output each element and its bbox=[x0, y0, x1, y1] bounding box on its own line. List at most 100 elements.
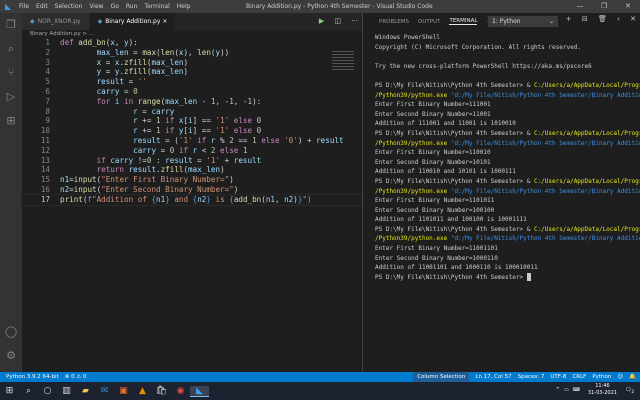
menu-selection[interactable]: Selection bbox=[55, 3, 83, 10]
chevron-left-icon[interactable]: ‹ bbox=[617, 15, 620, 23]
media-player-icon[interactable]: ▣ bbox=[114, 386, 133, 396]
code-line[interactable]: 10 r += 1 if y[i] == '1' else 0 bbox=[22, 126, 362, 136]
code-token: carry bbox=[151, 106, 175, 116]
tab-nor-xnor[interactable]: ◆ NOR_XNOR.py bbox=[22, 13, 89, 30]
minimize-button[interactable]: — bbox=[568, 0, 592, 13]
terminal-output[interactable]: Windows PowerShell Copyright (C) Microsof… bbox=[375, 33, 640, 282]
code-line[interactable]: 11 result = ('1' if r % 2 == 1 else '0')… bbox=[22, 136, 362, 146]
terminal-select[interactable]: 1: Python ⌄ bbox=[488, 16, 558, 27]
code-line[interactable]: 17 print(f"Addition of {n1} and {n2} is {… bbox=[21, 193, 363, 206]
search-icon[interactable]: ⌕ bbox=[19, 386, 38, 396]
search-icon[interactable]: ⌕ bbox=[0, 37, 22, 61]
window-title: Binary Addition.py - Python 4th Semester… bbox=[246, 3, 433, 10]
code-token: max_len bbox=[96, 47, 129, 57]
code-line[interactable]: 14 return result.zfill(max_len) bbox=[22, 165, 362, 175]
encoding[interactable]: UTF-8 bbox=[550, 372, 566, 382]
minimap[interactable] bbox=[332, 51, 354, 71]
code-line[interactable]: 2 max_len = max(len(x), len(y)) bbox=[22, 48, 362, 58]
code-line[interactable]: 13 if carry !=0 : result = '1' + result bbox=[22, 156, 362, 166]
code-line[interactable]: 6 carry = 0 bbox=[22, 87, 362, 97]
code-line[interactable]: 5 result = '' bbox=[22, 77, 362, 87]
tab-label: NOR_XNOR.py bbox=[37, 18, 81, 25]
extensions-icon[interactable]: ⊞ bbox=[0, 109, 22, 133]
terminal-text: Addition of 11001101 and 1000110 is 1000… bbox=[375, 264, 538, 272]
tray-chevron-icon[interactable]: ^ bbox=[556, 387, 560, 393]
network-icon[interactable]: ▭ bbox=[564, 387, 569, 393]
problems-count[interactable]: ⊗ 0 ⚠ 0 bbox=[65, 372, 87, 382]
menu-terminal[interactable]: Terminal bbox=[144, 3, 169, 10]
line-number: 6 bbox=[45, 86, 50, 96]
tab-problems[interactable]: PROBLEMS bbox=[379, 19, 409, 25]
source-control-icon[interactable]: ⑂ bbox=[0, 61, 22, 85]
run-debug-icon[interactable]: ▷ bbox=[0, 85, 22, 109]
code-token: 0 bbox=[133, 86, 138, 96]
bell-icon[interactable]: 🔔 bbox=[629, 372, 636, 382]
more-actions-icon[interactable]: ··· bbox=[351, 17, 358, 25]
start-icon[interactable]: ⊞ bbox=[0, 386, 19, 396]
file-explorer-icon[interactable]: ▰ bbox=[76, 386, 95, 396]
code-token: n2 bbox=[197, 194, 207, 204]
keyboard-icon[interactable]: ⌨ bbox=[573, 387, 580, 393]
new-terminal-icon[interactable]: + bbox=[566, 15, 572, 23]
code-token: n1 bbox=[60, 175, 70, 185]
terminal-text: Addition of 111001 and 11001 is 1010010 bbox=[375, 120, 516, 128]
vscode-taskbar-icon[interactable]: ◣ bbox=[190, 385, 209, 397]
task-view-icon[interactable]: ▥ bbox=[57, 386, 76, 396]
date: 31-03-2021 bbox=[587, 390, 617, 396]
code-line[interactable]: 3 x = x.zfill(max_len) bbox=[22, 58, 362, 68]
maximize-button[interactable]: ❐ bbox=[592, 0, 616, 13]
code-line[interactable]: 4 y = y.zfill(max_len) bbox=[22, 67, 362, 77]
explorer-icon[interactable]: ❐ bbox=[0, 13, 22, 37]
code-line[interactable]: 7 for i in range(max_len - 1, -1, -1): bbox=[22, 97, 362, 107]
notifications-icon[interactable]: 🗨2 bbox=[625, 387, 634, 394]
split-terminal-icon[interactable]: ⊟ bbox=[582, 15, 588, 23]
code-area[interactable]: 1 def add_bn(x, y): 2 max_len = max(len(x)… bbox=[21, 38, 363, 206]
menu-help[interactable]: Help bbox=[177, 3, 191, 10]
python-interpreter[interactable]: Python 3.9.2 64-bit bbox=[6, 372, 59, 382]
menu-file[interactable]: File bbox=[19, 3, 29, 10]
run-icon[interactable]: ▶ bbox=[319, 17, 324, 25]
terminal-line: Enter First Binary Number=110010 bbox=[375, 148, 640, 158]
cursor-position[interactable]: Ln 17, Col 57 bbox=[475, 372, 511, 382]
tab-output[interactable]: OUTPUT bbox=[418, 19, 440, 25]
indentation[interactable]: Spaces: 7 bbox=[518, 372, 545, 382]
python-file-icon: ◆ bbox=[97, 18, 103, 25]
menu-view[interactable]: View bbox=[89, 3, 103, 10]
menu-edit[interactable]: Edit bbox=[36, 3, 48, 10]
language-mode[interactable]: Python bbox=[592, 372, 611, 382]
code-token: len bbox=[160, 47, 175, 57]
split-editor-icon[interactable]: ◫ bbox=[334, 17, 341, 25]
store-icon[interactable]: 🛍 bbox=[152, 386, 171, 396]
vlc-icon[interactable]: ▲ bbox=[133, 386, 152, 396]
feedback-icon[interactable]: ☺ bbox=[617, 372, 623, 382]
column-selection[interactable]: Column Selection bbox=[413, 372, 470, 382]
code-token: '1' bbox=[215, 116, 230, 126]
code-line[interactable]: 15 n1=input("Enter First Binary Number=") bbox=[22, 175, 362, 185]
close-window-button[interactable]: ✕ bbox=[616, 0, 640, 13]
code-line[interactable]: 16 n2=input("Enter Second Binary Number="… bbox=[22, 185, 362, 195]
line-ending[interactable]: CRLF bbox=[572, 372, 586, 382]
clock[interactable]: 11:46 31-03-2021 bbox=[588, 383, 617, 397]
code-line[interactable]: 8 r = carry bbox=[22, 107, 362, 117]
tab-terminal[interactable]: TERMINAL bbox=[449, 18, 478, 25]
close-panel-icon[interactable]: ✕ bbox=[630, 15, 636, 23]
code-line[interactable]: 9 r += 1 if x[i] == '1' else 0 bbox=[22, 116, 362, 126]
line-number: 9 bbox=[45, 116, 50, 126]
cortana-icon[interactable]: ○ bbox=[38, 386, 57, 396]
mail-icon[interactable]: ✉ bbox=[95, 386, 114, 396]
terminal-text: C:/Users/a/AppData/Local/Programs/Python bbox=[533, 81, 640, 89]
close-tab-icon[interactable]: × bbox=[162, 18, 167, 25]
account-icon[interactable]: ◯ bbox=[0, 320, 22, 344]
code-token: input bbox=[73, 175, 97, 185]
code-token: def bbox=[60, 38, 79, 47]
menu-run[interactable]: Run bbox=[126, 3, 138, 10]
chrome-icon[interactable]: ◉ bbox=[171, 386, 190, 396]
menu-go[interactable]: Go bbox=[111, 3, 119, 10]
code-line[interactable]: 12 carry = 0 if r < 2 else 1 bbox=[22, 146, 362, 156]
tab-binary-addition[interactable]: ◆ Binary Addition.py × bbox=[89, 13, 176, 30]
trash-icon[interactable]: 🗑 bbox=[598, 15, 607, 23]
gear-icon[interactable]: ⚙ bbox=[0, 344, 22, 368]
terminal-text: /Python39/python.exe bbox=[375, 235, 451, 243]
code-line[interactable]: 1 def add_bn(x, y): bbox=[22, 38, 362, 48]
